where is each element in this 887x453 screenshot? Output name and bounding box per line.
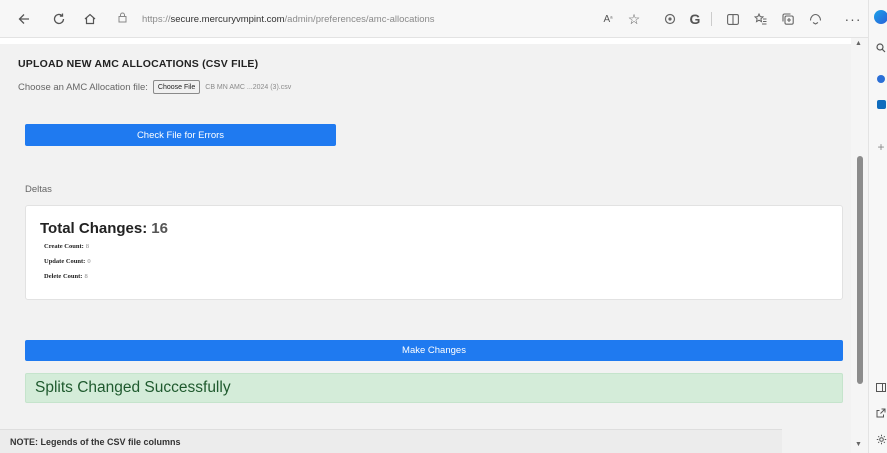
choose-file-button[interactable]: Choose File [152, 80, 201, 94]
selected-file-name: CB MN AMC ...2024 (3).csv [205, 83, 292, 91]
browser-essentials-icon[interactable]: G [685, 9, 705, 29]
add-sidebar-app-icon[interactable]: + [874, 140, 887, 154]
csv-legend-note: NOTE: Legends of the CSV file columns [0, 429, 782, 453]
browser-toolbar: https://secure.mercuryvmpint.com/admin/p… [0, 0, 887, 38]
total-changes: Total Changes: 16 [40, 220, 168, 237]
total-changes-value: 16 [151, 220, 168, 237]
delete-count: Delete Count: 8 [44, 273, 88, 280]
file-chooser-row: Choose an AMC Allocation file: Choose Fi… [18, 80, 291, 94]
feedback-icon[interactable] [805, 9, 825, 29]
address-bar[interactable]: https://secure.mercuryvmpint.com/admin/p… [118, 8, 588, 30]
outlook-icon[interactable] [874, 97, 887, 111]
more-icon[interactable]: ··· [843, 9, 863, 29]
deltas-label: Deltas [25, 184, 52, 195]
shopping-icon[interactable] [874, 72, 887, 86]
search-icon[interactable] [874, 41, 887, 55]
sidebar-layout-icon[interactable] [874, 380, 887, 394]
url-path: /admin/preferences/amc-allocations [284, 13, 435, 25]
lock-icon [118, 12, 132, 26]
split-screen-icon[interactable] [723, 9, 743, 29]
favorite-star-icon[interactable]: ☆ [624, 9, 644, 29]
update-count-label: Update Count: [44, 258, 86, 265]
edge-sidebar: + [868, 0, 887, 453]
deltas-card: Total Changes: 16 Create Count: 8 Update C… [25, 205, 843, 300]
check-file-button[interactable]: Check File for Errors [25, 124, 336, 146]
page-top-strip [0, 38, 851, 44]
create-count-value: 8 [85, 243, 90, 250]
extension-icon[interactable] [660, 9, 680, 29]
scroll-down-arrow-icon[interactable]: ▼ [855, 441, 862, 448]
back-icon[interactable] [14, 9, 34, 29]
url-host: secure.mercuryvmpint.com [170, 13, 285, 25]
total-changes-label: Total Changes: [40, 220, 148, 237]
delete-count-value: 8 [84, 273, 88, 280]
copilot-icon[interactable] [874, 10, 887, 24]
success-alert: Splits Changed Successfully [25, 373, 843, 403]
scrollbar-thumb[interactable] [857, 156, 863, 384]
delete-count-label: Delete Count: [44, 273, 83, 280]
favorites-icon[interactable] [750, 9, 770, 29]
update-count: Update Count: 0 [44, 258, 91, 265]
home-icon[interactable] [80, 9, 100, 29]
page-content: UPLOAD NEW AMC ALLOCATIONS (CSV FILE) Ch… [0, 38, 851, 453]
create-count: Create Count: 8 [44, 243, 89, 250]
refresh-icon[interactable] [49, 9, 69, 29]
upload-heading: UPLOAD NEW AMC ALLOCATIONS (CSV FILE) [18, 58, 259, 70]
make-changes-button[interactable]: Make Changes [25, 340, 843, 361]
open-external-icon[interactable] [874, 406, 887, 420]
create-count-label: Create Count: [44, 243, 84, 250]
file-chooser-label: Choose an AMC Allocation file: [18, 81, 148, 93]
url-scheme: https:// [142, 13, 171, 25]
read-aloud-icon[interactable]: Aᵃ [598, 9, 618, 29]
collections-icon[interactable] [778, 9, 798, 29]
toolbar-divider [711, 12, 712, 26]
update-count-value: 0 [87, 258, 91, 265]
scroll-up-arrow-icon[interactable]: ▲ [855, 40, 862, 47]
settings-gear-icon[interactable] [874, 432, 887, 446]
